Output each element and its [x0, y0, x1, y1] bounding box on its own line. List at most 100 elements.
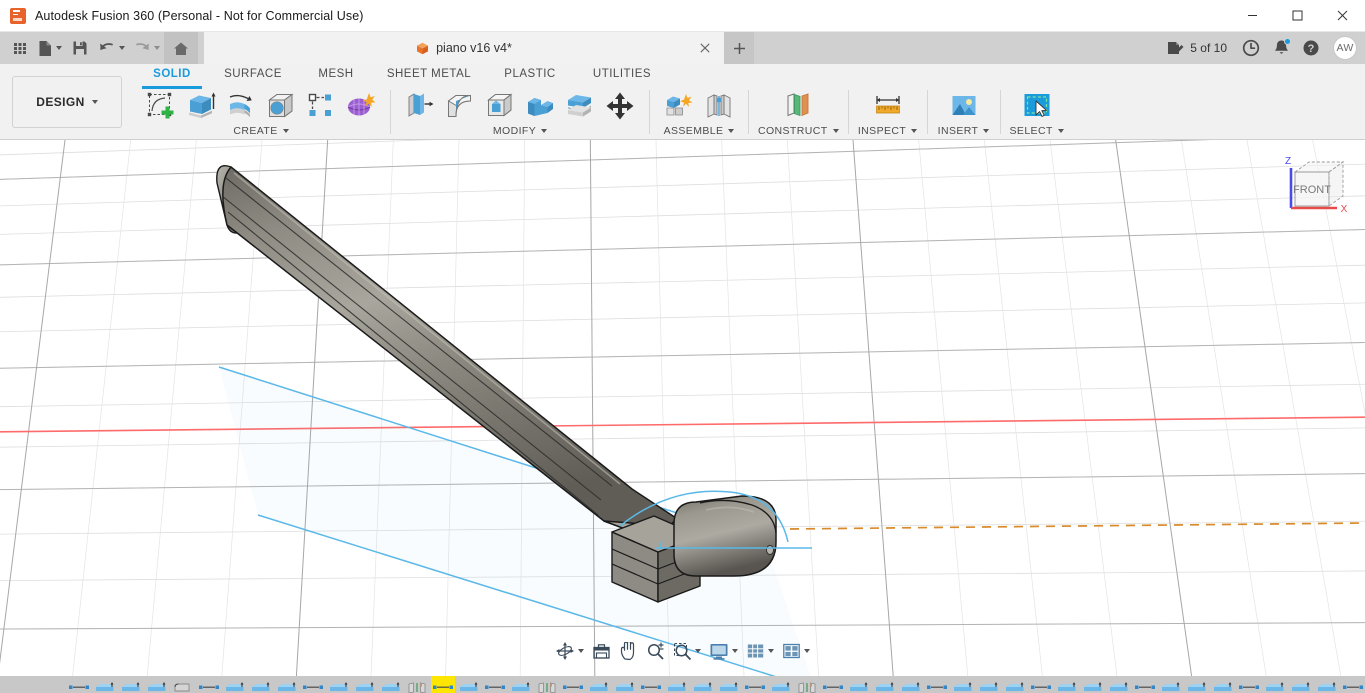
timeline-feature-extrude[interactable]: [847, 676, 871, 693]
timeline-feature-extrude[interactable]: [1211, 676, 1235, 693]
new-component-button[interactable]: [659, 88, 699, 124]
timeline-feature-joint[interactable]: [405, 676, 429, 693]
panel-construct-label[interactable]: CONSTRUCT: [758, 125, 839, 137]
timeline[interactable]: [0, 676, 1365, 693]
timeline-feature-extrude[interactable]: [1185, 676, 1209, 693]
panel-assemble-label[interactable]: ASSEMBLE: [664, 125, 735, 137]
timeline-feature-joint[interactable]: [795, 676, 819, 693]
timeline-feature-extrude[interactable]: [119, 676, 143, 693]
panel-insert-label[interactable]: INSERT: [938, 125, 990, 137]
create-sketch-button[interactable]: [141, 88, 181, 124]
notifications-button[interactable]: [1267, 32, 1295, 64]
fillet-button[interactable]: [440, 88, 480, 124]
timeline-feature-extrude[interactable]: [1107, 676, 1131, 693]
press-pull-button[interactable]: [400, 88, 440, 124]
timeline-feature-extrude[interactable]: [249, 676, 273, 693]
timeline-feature-extrude[interactable]: [665, 676, 689, 693]
tab-utilities[interactable]: UTILITIES: [576, 67, 668, 87]
timeline-feature-extrude[interactable]: [1055, 676, 1079, 693]
timeline-feature-extrude[interactable]: [1081, 676, 1105, 693]
panel-modify-label[interactable]: MODIFY: [493, 125, 547, 137]
panel-select-label[interactable]: SELECT: [1010, 125, 1064, 137]
maximize-button[interactable]: [1275, 0, 1320, 32]
display-settings-button[interactable]: [705, 638, 742, 664]
timeline-feature-extrude[interactable]: [93, 676, 117, 693]
timeline-feature-extrude[interactable]: [275, 676, 299, 693]
timeline-feature-joint[interactable]: [535, 676, 559, 693]
timeline-feature-extrude[interactable]: [587, 676, 611, 693]
viewport-canvas[interactable]: FRONT Z X: [0, 140, 1365, 676]
timeline-feature-extrude[interactable]: [457, 676, 481, 693]
orbit-button[interactable]: [551, 638, 588, 664]
workspace-switcher[interactable]: DESIGN: [12, 76, 122, 128]
close-button[interactable]: [1320, 0, 1365, 32]
timeline-feature-extrude[interactable]: [1289, 676, 1313, 693]
avatar[interactable]: AW: [1333, 36, 1357, 60]
timeline-feature-extrude[interactable]: [613, 676, 637, 693]
new-document-tab-button[interactable]: [724, 32, 754, 64]
timeline-feature-extrude[interactable]: [717, 676, 741, 693]
look-at-button[interactable]: [588, 638, 615, 664]
timeline-feature-extrude[interactable]: [1159, 676, 1183, 693]
pan-button[interactable]: [615, 638, 642, 664]
insert-image-button[interactable]: [944, 88, 984, 124]
tab-sheet-metal[interactable]: SHEET METAL: [374, 67, 484, 87]
timeline-feature-sketch[interactable]: [821, 676, 845, 693]
minimize-button[interactable]: [1230, 0, 1275, 32]
timeline-feature-extrude[interactable]: [951, 676, 975, 693]
timeline-feature-sketch[interactable]: [197, 676, 221, 693]
construct-plane-button[interactable]: [778, 88, 818, 124]
timeline-feature-sketch[interactable]: [561, 676, 585, 693]
measure-button[interactable]: [868, 88, 908, 124]
move-copy-button[interactable]: [600, 88, 640, 124]
panel-inspect-label[interactable]: INSPECT: [858, 125, 917, 137]
pattern-button[interactable]: [301, 88, 341, 124]
undo-button[interactable]: [94, 32, 129, 64]
timeline-feature-sketch[interactable]: [431, 676, 455, 693]
app-grid-button[interactable]: [6, 32, 34, 64]
shell-button[interactable]: [480, 88, 520, 124]
timeline-feature-extrude[interactable]: [509, 676, 533, 693]
timeline-feature-sketch[interactable]: [639, 676, 663, 693]
tab-solid[interactable]: SOLID: [136, 67, 208, 87]
tab-plastic[interactable]: PLASTIC: [484, 67, 576, 87]
history-button[interactable]: [1237, 32, 1265, 64]
timeline-feature-extrude[interactable]: [145, 676, 169, 693]
grid-snaps-button[interactable]: [742, 638, 778, 664]
home-button[interactable]: [164, 32, 198, 64]
offset-face-button[interactable]: [560, 88, 600, 124]
timeline-feature-sketch[interactable]: [1341, 676, 1365, 693]
fit-button[interactable]: [669, 638, 705, 664]
timeline-feature-sketch[interactable]: [67, 676, 91, 693]
timeline-feature-extrude[interactable]: [977, 676, 1001, 693]
document-tab-close-icon[interactable]: [696, 32, 714, 64]
timeline-feature-sketch[interactable]: [743, 676, 767, 693]
redo-button[interactable]: [129, 32, 164, 64]
timeline-feature-extrude[interactable]: [691, 676, 715, 693]
save-button[interactable]: [66, 32, 94, 64]
timeline-feature-extrude[interactable]: [1315, 676, 1339, 693]
timeline-feature-extrude[interactable]: [899, 676, 923, 693]
timeline-feature-extrude[interactable]: [1263, 676, 1287, 693]
document-tab-piano[interactable]: piano v16 v4*: [204, 32, 724, 64]
timeline-feature-fillet[interactable]: [171, 676, 195, 693]
timeline-feature-extrude[interactable]: [327, 676, 351, 693]
tab-mesh[interactable]: MESH: [298, 67, 374, 87]
tab-surface[interactable]: SURFACE: [208, 67, 298, 87]
timeline-feature-sketch[interactable]: [1133, 676, 1157, 693]
timeline-feature-extrude[interactable]: [873, 676, 897, 693]
job-status-button[interactable]: 5 of 10: [1159, 32, 1235, 64]
timeline-feature-sketch[interactable]: [1029, 676, 1053, 693]
timeline-feature-extrude[interactable]: [1003, 676, 1027, 693]
help-button[interactable]: ?: [1297, 32, 1325, 64]
timeline-feature-extrude[interactable]: [769, 676, 793, 693]
view-cube[interactable]: FRONT Z X: [1271, 150, 1357, 232]
timeline-feature-extrude[interactable]: [353, 676, 377, 693]
revolve-button[interactable]: [221, 88, 261, 124]
timeline-feature-sketch[interactable]: [1237, 676, 1261, 693]
select-button[interactable]: [1017, 88, 1057, 124]
joint-button[interactable]: [699, 88, 739, 124]
timeline-feature-sketch[interactable]: [301, 676, 325, 693]
timeline-feature-sketch[interactable]: [483, 676, 507, 693]
viewports-button[interactable]: [778, 638, 814, 664]
